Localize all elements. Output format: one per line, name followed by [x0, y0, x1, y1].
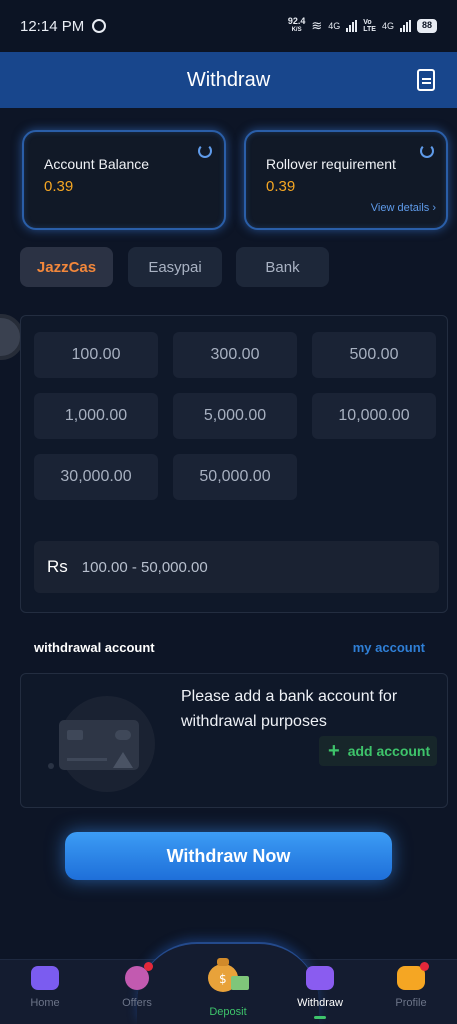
amount-chip[interactable]: 100.00 — [34, 332, 158, 378]
method-tab-bank[interactable]: Bank — [236, 247, 329, 287]
gamepad-icon — [31, 966, 59, 990]
account-balance-label: Account Balance — [44, 156, 150, 172]
wallet-icon — [306, 966, 334, 990]
amount-chip[interactable]: 50,000.00 — [173, 454, 297, 500]
nav-withdraw-label: Withdraw — [297, 997, 343, 1009]
notification-dot — [144, 962, 153, 971]
method-tab-easypaisa[interactable]: Easypai — [128, 247, 222, 287]
signal-icon-2 — [399, 20, 411, 32]
plus-icon: + — [328, 740, 340, 762]
method-tab-jazzcash[interactable]: JazzCas — [20, 247, 113, 287]
refresh-icon[interactable] — [420, 144, 434, 158]
status-icons: 92.4 K/S ≋ 4G Vo LTE 4G 88 — [288, 17, 437, 35]
amount-panel: 100.00 300.00 500.00 1,000.00 5,000.00 1… — [20, 315, 448, 613]
amount-chip[interactable]: 5,000.00 — [173, 393, 297, 439]
withdrawal-account-box: Please add a bank account for withdrawal… — [20, 673, 448, 808]
network-4g-label-2: 4G — [381, 21, 394, 31]
status-bar: 12:14 PM 92.4 K/S ≋ 4G Vo LTE 4G 88 — [0, 0, 457, 52]
whatsapp-icon — [92, 19, 107, 33]
nav-profile[interactable]: Profile — [376, 962, 446, 1009]
nav-withdraw[interactable]: Withdraw — [285, 966, 355, 1009]
nav-profile-label: Profile — [395, 997, 427, 1009]
network-4g-label: 4G — [328, 21, 341, 31]
nav-deposit-label[interactable]: Deposit — [200, 1006, 256, 1018]
rollover-label: Rollover requirement — [266, 156, 396, 172]
rollover-card: Rollover requirement 0.39 View details › — [244, 130, 448, 230]
amount-range-placeholder: 100.00 - 50,000.00 — [81, 558, 208, 576]
add-account-message: Please add a bank account for withdrawal… — [181, 688, 398, 730]
nav-offers-label: Offers — [122, 997, 152, 1009]
page-title: Withdraw — [186, 68, 271, 91]
amount-input[interactable]: Rs 100.00 - 50,000.00 — [34, 541, 439, 593]
view-details-link[interactable]: View details › — [371, 202, 436, 214]
clock: 12:14 PM — [20, 17, 85, 35]
withdrawal-account-label: withdrawal account — [34, 640, 155, 655]
notification-dot — [420, 962, 429, 971]
add-account-label: add account — [347, 743, 431, 759]
profile-icon — [397, 962, 429, 990]
refresh-icon[interactable] — [198, 144, 212, 158]
withdraw-now-button[interactable]: Withdraw Now — [65, 832, 392, 880]
rollover-value: 0.39 — [266, 178, 296, 195]
bank-card-illustration — [48, 696, 155, 792]
amount-chip[interactable]: 10,000.00 — [312, 393, 436, 439]
wifi-icon: ≋ — [311, 18, 323, 33]
amount-chip[interactable]: 1,000.00 — [34, 393, 158, 439]
battery-icon: 88 — [416, 19, 437, 33]
nav-offers[interactable]: Offers — [102, 962, 172, 1009]
svg-text:$: $ — [219, 972, 227, 986]
network-speed: 92.4 K/S — [287, 16, 306, 34]
amount-chip[interactable]: 500.00 — [312, 332, 436, 378]
account-balance-card: Account Balance 0.39 — [22, 130, 226, 230]
nav-home[interactable]: Home — [10, 966, 80, 1009]
offers-icon — [125, 962, 153, 990]
currency-label: Rs — [47, 557, 68, 576]
account-balance-value: 0.39 — [44, 178, 74, 195]
nav-home-label: Home — [30, 997, 60, 1009]
add-account-button[interactable]: + add account — [319, 736, 437, 766]
money-bag-icon[interactable]: $ — [203, 952, 251, 994]
amount-chip[interactable]: 30,000.00 — [34, 454, 158, 500]
document-icon[interactable] — [417, 69, 435, 91]
volte-label: Vo LTE — [363, 19, 376, 33]
active-indicator — [314, 1016, 326, 1019]
signal-icon — [346, 20, 358, 32]
my-account-link[interactable]: my account — [353, 640, 425, 655]
page-header: Withdraw — [0, 52, 457, 108]
amount-chip[interactable]: 300.00 — [173, 332, 297, 378]
